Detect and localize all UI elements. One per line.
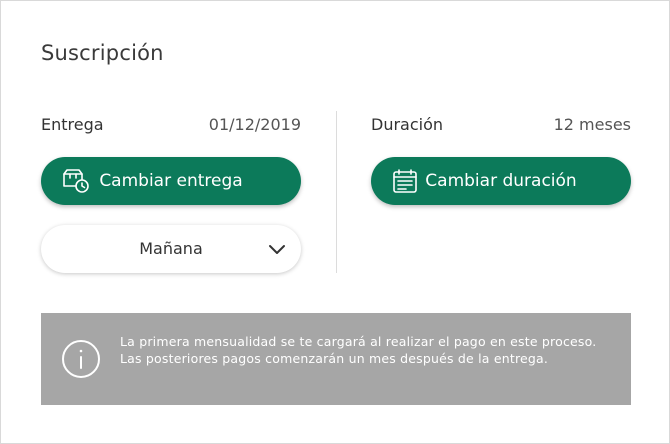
column-divider — [336, 111, 337, 273]
info-icon — [61, 339, 101, 379]
delivery-date: 01/12/2019 — [208, 115, 301, 134]
change-delivery-button[interactable]: Cambiar entrega — [41, 157, 301, 205]
change-duration-button[interactable]: Cambiar duración — [371, 157, 631, 205]
duration-label: Duración — [371, 115, 444, 134]
change-delivery-label: Cambiar entrega — [99, 171, 243, 191]
duration-value: 12 meses — [553, 115, 631, 134]
delivery-label: Entrega — [41, 115, 104, 134]
page-title: Suscripción — [41, 41, 164, 65]
info-banner: La primera mensualidad se te cargará al … — [41, 313, 631, 405]
delivery-time-select[interactable]: Mañana — [41, 225, 301, 273]
subscription-card: Suscripción Entrega 01/12/2019 Cambiar e… — [0, 0, 670, 444]
chevron-down-icon — [267, 239, 287, 259]
info-text: La primera mensualidad se te cargará al … — [120, 334, 597, 366]
change-duration-label: Cambiar duración — [425, 171, 577, 191]
delivery-time-value: Mañana — [139, 239, 203, 258]
